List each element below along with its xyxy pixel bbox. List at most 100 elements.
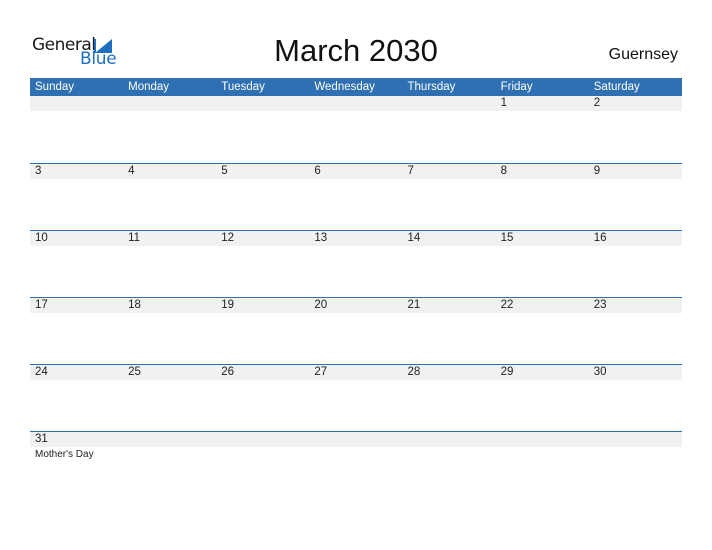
day-number: 19 — [221, 299, 235, 311]
day-cell[interactable]: 3 — [30, 164, 123, 224]
day-number: 11 — [128, 232, 141, 244]
day-number: 12 — [221, 232, 235, 244]
day-number: 26 — [221, 366, 235, 378]
day-number: 27 — [314, 366, 328, 378]
day-number — [128, 432, 216, 447]
day-number — [314, 432, 402, 447]
week-row: 10 11 12 13 14 15 16 — [30, 230, 682, 297]
day-cell[interactable]: 26 — [216, 365, 309, 425]
weekday-tuesday: Tuesday — [221, 81, 265, 93]
day-number: 7 — [407, 165, 414, 177]
day-number: 14 — [407, 232, 421, 244]
day-number — [408, 432, 496, 447]
day-cell[interactable]: 24 — [30, 365, 123, 425]
day-cell[interactable]: 6 — [309, 164, 402, 224]
weekday-thursday: Thursday — [407, 81, 456, 93]
day-cell[interactable]: 8 — [496, 164, 589, 224]
day-cell[interactable]: 11 — [123, 231, 216, 291]
day-cell[interactable] — [403, 432, 496, 492]
day-cell[interactable]: 29 — [496, 365, 589, 425]
day-number: 23 — [593, 299, 607, 311]
day-cell[interactable]: 23 — [589, 298, 682, 358]
calendar-grid: Sunday Monday Tuesday Wednesday Thursday… — [30, 78, 682, 498]
day-number — [35, 96, 123, 111]
day-number: 3 — [35, 165, 42, 177]
day-cell[interactable]: 1 — [496, 96, 589, 156]
week-cells: 31 Mother's Day — [30, 432, 682, 492]
day-number: 31 — [35, 433, 48, 445]
day-number: 13 — [314, 232, 328, 244]
week-row: 3 4 5 6 7 8 9 — [30, 163, 682, 230]
day-cell[interactable] — [403, 96, 496, 156]
day-cell[interactable]: 18 — [123, 298, 216, 358]
day-number — [221, 96, 309, 111]
day-number: 5 — [221, 165, 228, 177]
calendar-title: March 2030 — [274, 33, 438, 68]
day-cell[interactable] — [123, 432, 216, 492]
weekday-monday: Monday — [128, 81, 170, 93]
weekday-sunday: Sunday — [35, 81, 75, 93]
day-cell[interactable]: 9 — [589, 164, 682, 224]
day-number: 28 — [407, 366, 421, 378]
day-number: 15 — [500, 232, 514, 244]
weekday-saturday: Saturday — [593, 81, 640, 93]
day-cell[interactable]: 7 — [403, 164, 496, 224]
day-number: 18 — [128, 299, 141, 311]
day-cell[interactable]: 12 — [216, 231, 309, 291]
day-cell[interactable]: 28 — [403, 365, 496, 425]
day-cell[interactable]: 14 — [403, 231, 496, 291]
day-number: 9 — [593, 165, 601, 177]
day-cell[interactable]: 13 — [309, 231, 402, 291]
day-number — [501, 432, 589, 447]
day-number: 4 — [128, 165, 135, 177]
day-cell[interactable]: 22 — [496, 298, 589, 358]
day-cell[interactable] — [496, 432, 589, 492]
day-cell[interactable] — [589, 432, 682, 492]
day-cell[interactable]: 5 — [216, 164, 309, 224]
day-number: 1 — [500, 97, 508, 109]
day-number — [594, 432, 682, 447]
day-cell[interactable]: 20 — [309, 298, 402, 358]
day-cell[interactable]: 15 — [496, 231, 589, 291]
day-number: 29 — [500, 366, 514, 378]
day-cell[interactable] — [309, 432, 402, 492]
day-number — [408, 96, 496, 111]
day-cell[interactable]: 25 — [123, 365, 216, 425]
day-number — [128, 96, 216, 111]
weekday-header: Sunday Monday Tuesday Wednesday Thursday… — [30, 78, 682, 96]
day-cell[interactable]: 2 — [589, 96, 682, 156]
day-cell[interactable]: 21 — [403, 298, 496, 358]
holiday-label: Mother's Day — [35, 449, 94, 460]
day-number: 25 — [128, 366, 141, 378]
day-cell[interactable] — [216, 432, 309, 492]
day-number: 22 — [500, 299, 514, 311]
day-number: 17 — [35, 299, 48, 311]
week-cells: 17 18 19 20 21 22 23 — [30, 298, 682, 358]
day-number: 8 — [500, 165, 508, 177]
day-cell[interactable]: 27 — [309, 365, 402, 425]
day-number — [221, 432, 309, 447]
day-cell[interactable]: 4 — [123, 164, 216, 224]
weekday-wednesday: Wednesday — [314, 81, 375, 93]
week-row: 31 Mother's Day — [30, 431, 682, 498]
day-cell[interactable]: 31 Mother's Day — [30, 432, 123, 492]
day-cell[interactable]: 30 — [589, 365, 682, 425]
day-cell[interactable] — [123, 96, 216, 156]
day-cell[interactable]: 17 — [30, 298, 123, 358]
day-number — [314, 96, 402, 111]
day-number: 24 — [35, 366, 48, 378]
day-cell[interactable] — [30, 96, 123, 156]
day-number: 10 — [35, 232, 48, 244]
day-number: 21 — [407, 299, 421, 311]
week-row: 24 25 26 27 28 29 30 — [30, 364, 682, 431]
day-cell[interactable]: 10 — [30, 231, 123, 291]
day-cell[interactable] — [216, 96, 309, 156]
day-cell[interactable]: 16 — [589, 231, 682, 291]
day-number: 16 — [593, 232, 607, 244]
day-cell[interactable]: 19 — [216, 298, 309, 358]
week-row: 17 18 19 20 21 22 23 — [30, 297, 682, 364]
day-cell[interactable] — [309, 96, 402, 156]
day-number: 6 — [314, 165, 321, 177]
week-cells: 24 25 26 27 28 29 30 — [30, 365, 682, 425]
day-number: 30 — [593, 366, 607, 378]
